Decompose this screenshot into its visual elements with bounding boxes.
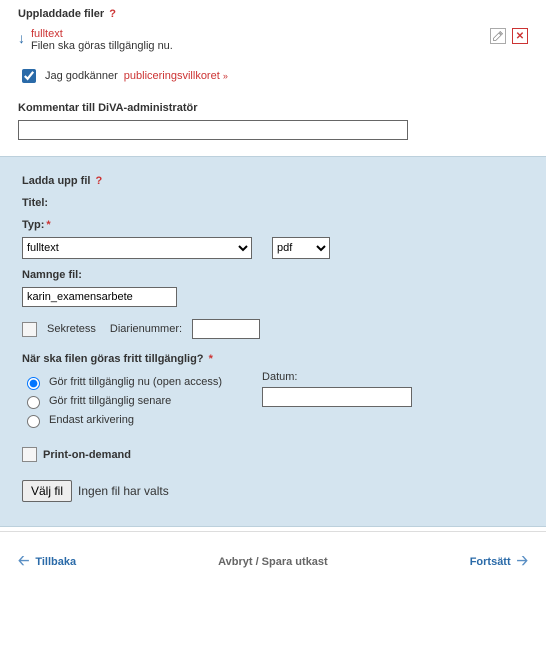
- accept-terms-checkbox[interactable]: [22, 69, 36, 83]
- date-label: Datum:: [262, 371, 412, 383]
- arrow-right-icon: 🡢: [517, 550, 528, 574]
- format-select[interactable]: pdf: [272, 237, 330, 259]
- help-icon[interactable]: ?: [109, 8, 116, 20]
- access-later-label: Gör fritt tillgänglig senare: [49, 395, 171, 407]
- secrecy-checkbox[interactable]: [22, 322, 37, 337]
- access-archive-label: Endast arkivering: [49, 414, 134, 426]
- print-on-demand-label: Print-on-demand: [43, 449, 131, 461]
- bottom-nav: 🡠 Tillbaka Avbryt / Spara utkast Fortsät…: [0, 531, 546, 594]
- help-icon[interactable]: ?: [96, 175, 103, 187]
- edit-file-icon[interactable]: [490, 28, 506, 44]
- title-label: Titel:: [22, 197, 524, 209]
- uploaded-file-name[interactable]: fulltext: [31, 28, 173, 40]
- print-on-demand-checkbox[interactable]: [22, 447, 37, 462]
- access-archive-radio[interactable]: [27, 415, 40, 428]
- delete-file-icon[interactable]: ✕: [512, 28, 528, 44]
- uploaded-file-desc: Filen ska göras tillgänglig nu.: [31, 40, 173, 52]
- continue-button[interactable]: Fortsätt 🡢: [470, 550, 528, 574]
- type-select[interactable]: fulltext: [22, 237, 252, 259]
- download-arrow-icon[interactable]: ↓: [18, 30, 25, 46]
- arrow-left-icon: 🡠: [18, 550, 29, 574]
- accept-prefix: Jag godkänner: [45, 70, 118, 82]
- access-now-label: Gör fritt tillgänglig nu (open access): [49, 376, 222, 388]
- terms-link[interactable]: publiceringsvillkoret »: [124, 70, 228, 82]
- date-input[interactable]: [262, 387, 412, 407]
- diary-label: Diarienummer:: [110, 323, 182, 335]
- diary-input[interactable]: [192, 319, 260, 339]
- uploaded-file-row: ↓ fulltext Filen ska göras tillgänglig n…: [18, 28, 528, 52]
- access-later-radio[interactable]: [27, 396, 40, 409]
- comment-input[interactable]: [18, 120, 408, 140]
- upload-heading: Ladda upp fil ?: [22, 175, 524, 187]
- name-file-label: Namnge fil:: [22, 269, 524, 281]
- choose-file-button[interactable]: Välj fil: [22, 480, 72, 502]
- access-now-radio[interactable]: [27, 377, 40, 390]
- cancel-save-button[interactable]: Avbryt / Spara utkast: [218, 556, 328, 568]
- secrecy-label: Sekretess: [47, 323, 96, 335]
- access-label: När ska filen göras fritt tillgänglig? *: [22, 353, 524, 365]
- back-button[interactable]: 🡠 Tillbaka: [18, 550, 76, 574]
- upload-panel: Ladda upp fil ? Titel: Typ:* fulltext pd…: [0, 156, 546, 527]
- name-file-input[interactable]: [22, 287, 177, 307]
- comment-label: Kommentar till DiVA-administratör: [18, 102, 528, 114]
- no-file-text: Ingen fil har valts: [78, 484, 169, 498]
- type-label: Typ:*: [22, 219, 524, 231]
- accept-terms-row: Jag godkänner publiceringsvillkoret »: [18, 66, 528, 86]
- uploaded-files-heading: Uppladdade filer ?: [18, 8, 528, 20]
